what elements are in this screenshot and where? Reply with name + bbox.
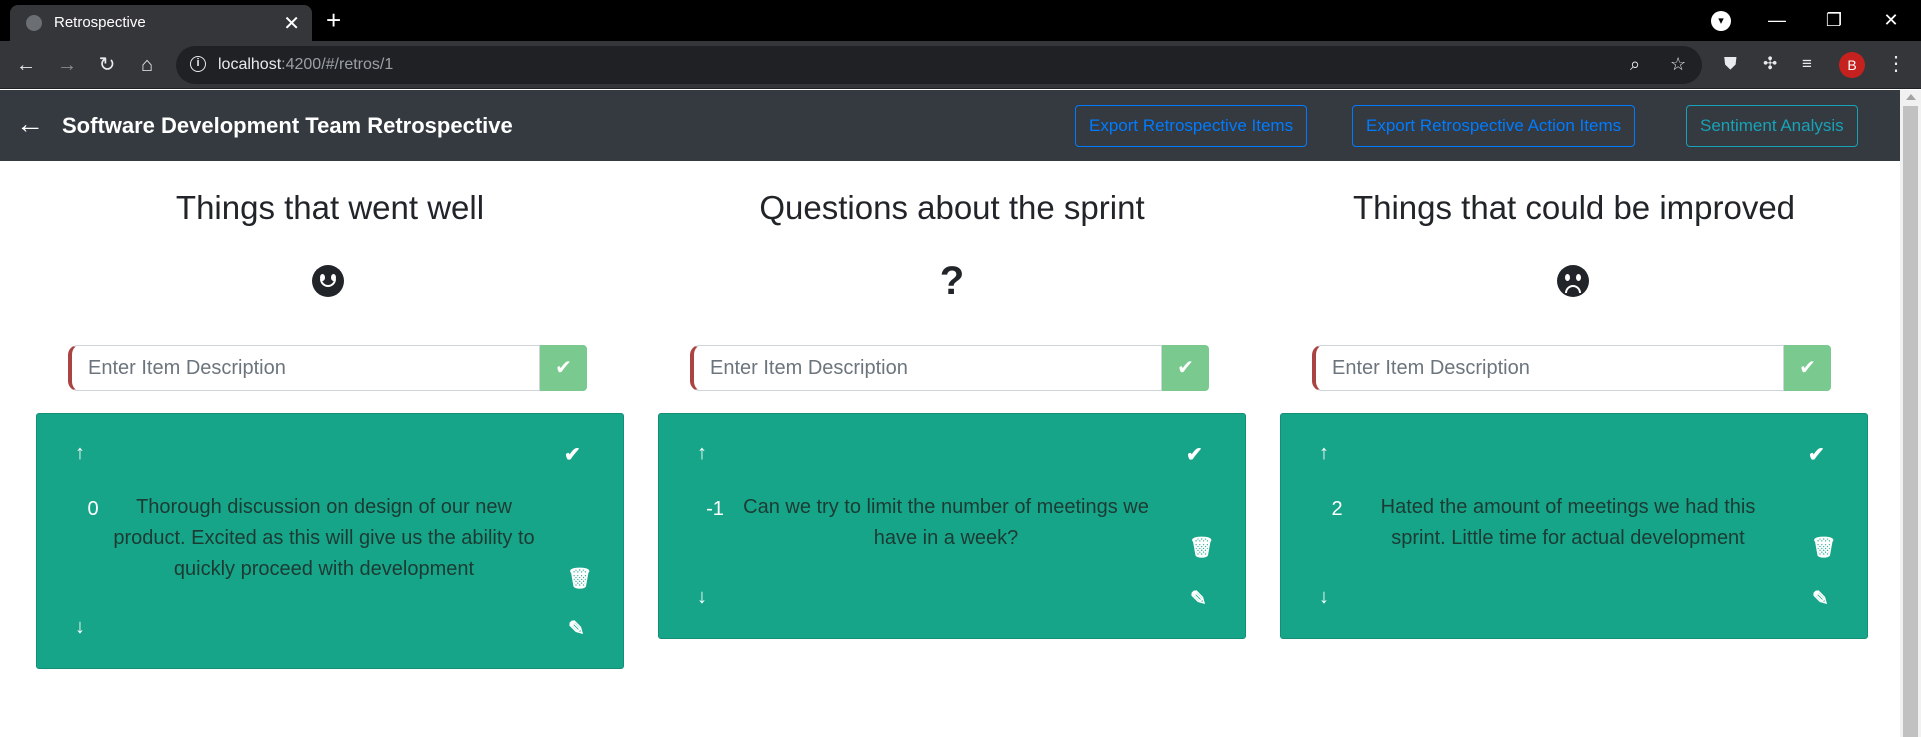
downvote-arrow-icon[interactable]: ↓ [75,616,85,639]
new-tab-icon[interactable]: + [326,5,341,36]
vote-count: 0 [87,498,99,520]
item-description: Hated the amount of meetings we had this… [1380,496,1756,549]
ublock-shield-icon[interactable]: ⛊ [1724,54,1737,74]
retro-item-card: ↑ ✔ 0 Thorough discussion on design of o… [36,413,624,669]
bookmark-star-icon[interactable]: ☆ [1670,54,1686,75]
item-description-input[interactable] [1312,345,1784,391]
mark-done-check-icon[interactable]: ✔ [1808,442,1825,467]
vote-count: -1 [706,498,724,520]
profile-avatar[interactable]: B [1839,52,1865,78]
sentiment-analysis-button[interactable]: Sentiment Analysis [1686,105,1858,147]
tab-search-icon[interactable]: ▾ [1711,11,1731,31]
check-icon: ✔ [1799,357,1816,379]
export-action-items-button[interactable]: Export Retrospective Action Items [1352,105,1636,147]
minimize-icon[interactable]: — [1749,0,1805,41]
item-description: Can we try to limit the number of meetin… [743,496,1149,549]
app-header: ← Software Development Team Retrospectiv… [0,90,1900,161]
forward-icon[interactable]: → [53,51,81,79]
restore-icon[interactable]: ❐ [1806,0,1862,41]
retro-item-card: ↑ ✔ 2 Hated the amount of meetings we ha… [1280,413,1868,639]
close-tab-icon[interactable]: ✕ [283,11,300,36]
delete-trash-icon[interactable]: 🗑 [1811,535,1836,560]
page-title: Software Development Team Retrospective [62,113,513,138]
media-queue-icon[interactable]: ≡ [1802,54,1812,74]
back-arrow-icon[interactable]: ← [16,108,44,140]
extensions-puzzle-icon[interactable]: ✣ [1763,54,1777,74]
browser-tab-bar: Retrospective ✕ + ▾ — ❐ ✕ [0,0,1921,41]
add-item-group: ✔ [1312,345,1831,391]
zoom-icon[interactable]: ⌕ [1630,54,1640,75]
upvote-arrow-icon[interactable]: ↑ [697,442,707,465]
info-icon[interactable]: i [190,56,206,72]
retro-item-card: ↑ ✔ -1 Can we try to limit the number of… [658,413,1246,639]
browser-tab[interactable]: Retrospective ✕ [10,5,312,41]
address-bar: ← → ↻ ⌂ i localhost:4200/#/retros/1 ⌕ ☆ … [0,41,1921,89]
export-retrospective-items-button[interactable]: Export Retrospective Items [1075,105,1308,147]
mark-done-check-icon[interactable]: ✔ [564,442,581,467]
globe-icon [26,15,42,31]
vote-count: 2 [1331,498,1343,520]
edit-icon[interactable]: ✎ [1812,586,1829,611]
add-item-group: ✔ [690,345,1209,391]
delete-trash-icon[interactable]: 🗑 [1189,535,1214,560]
item-description-input[interactable] [690,345,1162,391]
submit-item-button[interactable]: ✔ [540,345,587,391]
home-icon[interactable]: ⌂ [133,51,161,79]
back-icon[interactable]: ← [12,51,40,79]
column-title: Questions about the sprint [759,189,1145,226]
reload-icon[interactable]: ↻ [93,51,121,79]
scroll-up-arrow-icon[interactable] [1906,94,1916,100]
column-title: Things that went well [175,189,485,226]
smile-icon [312,265,344,297]
scroll-thumb[interactable] [1903,106,1918,737]
url-host: localhost [218,56,282,73]
downvote-arrow-icon[interactable]: ↓ [697,586,707,609]
check-icon: ✔ [1177,357,1194,379]
column-title: Things that could be improved [1352,189,1796,226]
mark-done-check-icon[interactable]: ✔ [1186,442,1203,467]
url-field[interactable]: i localhost:4200/#/retros/1 ⌕ ☆ [176,46,1702,84]
add-item-group: ✔ [68,345,587,391]
upvote-arrow-icon[interactable]: ↑ [75,442,85,465]
delete-trash-icon[interactable]: 🗑 [567,566,592,591]
submit-item-button[interactable]: ✔ [1784,345,1831,391]
submit-item-button[interactable]: ✔ [1162,345,1209,391]
edit-icon[interactable]: ✎ [1190,586,1207,611]
url-path: :4200/#/retros/1 [281,56,394,73]
tab-title: Retrospective [54,14,146,31]
upvote-arrow-icon[interactable]: ↑ [1319,442,1329,465]
window-close-icon[interactable]: ✕ [1863,0,1919,41]
item-description: Thorough discussion on design of our new… [113,496,535,580]
browser-menu-icon[interactable]: ⋮ [1886,51,1906,76]
scrollbar[interactable] [1900,90,1921,737]
check-icon: ✔ [555,357,572,379]
url-text: localhost:4200/#/retros/1 [218,56,393,74]
downvote-arrow-icon[interactable]: ↓ [1319,586,1329,609]
frown-icon [1557,265,1589,297]
item-description-input[interactable] [68,345,540,391]
question-icon: ? [939,259,965,303]
edit-icon[interactable]: ✎ [568,616,585,641]
